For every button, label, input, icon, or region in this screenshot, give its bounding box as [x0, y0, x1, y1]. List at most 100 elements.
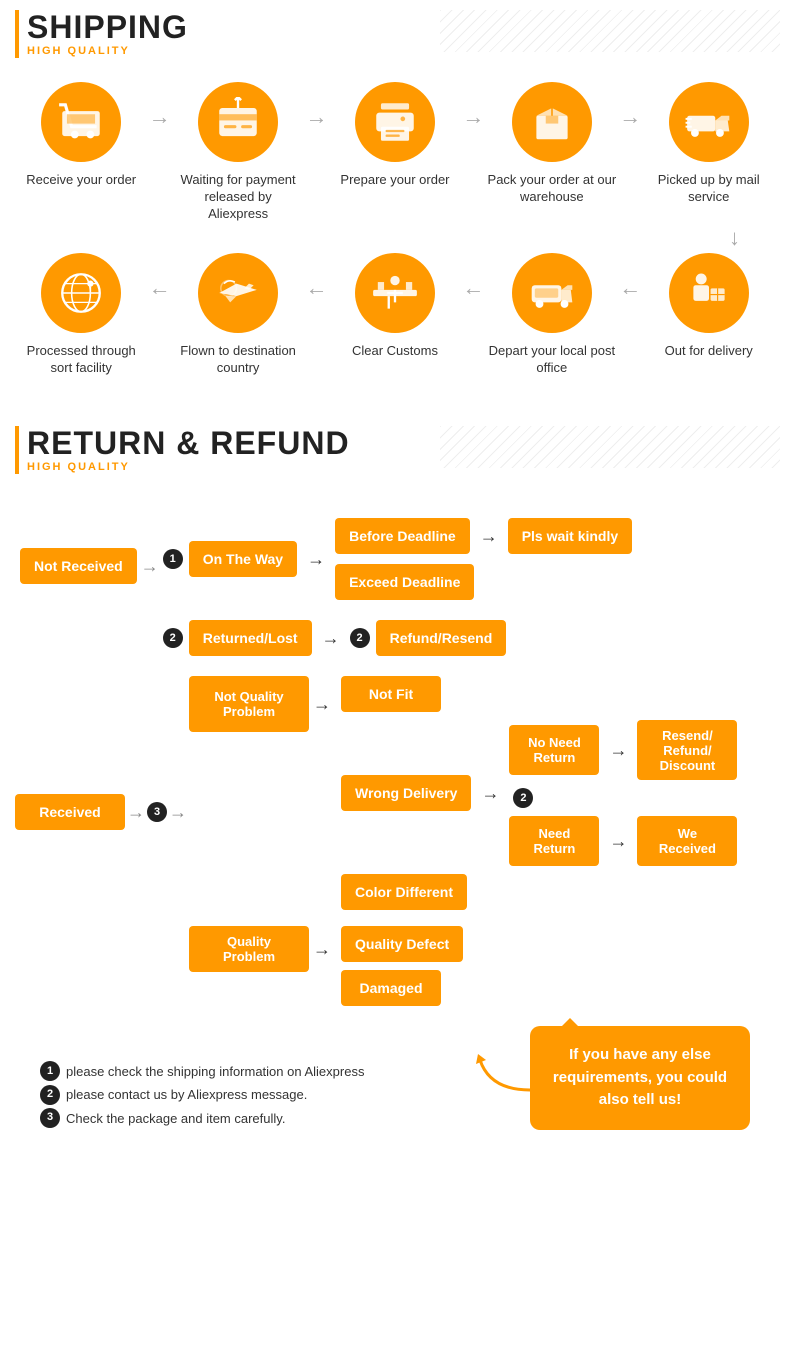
flow-item-customs: Clear Customs: [330, 253, 460, 360]
on-the-way-box: On The Way: [189, 541, 297, 577]
header-bar: [15, 10, 19, 58]
arrow-qp: →: [313, 939, 331, 960]
onway-sub: Before Deadline → Pls wait kindly Exceed…: [335, 518, 632, 600]
arrow-nr2: →: [609, 831, 627, 852]
flow-item-prepare: Prepare your order: [330, 82, 460, 189]
arrow-wd: →: [481, 783, 499, 804]
shipping-title: SHIPPING: [27, 11, 188, 43]
plane-icon: [213, 268, 263, 318]
return-title: RETURN & REFUND: [27, 427, 350, 459]
flow-label-customs: Clear Customs: [352, 343, 438, 360]
footer-area: 1 please check the shipping information …: [10, 1026, 780, 1140]
quality-defect-box: Quality Defect: [341, 926, 463, 962]
arrow-1: →: [149, 82, 171, 130]
arrow-bd: →: [480, 526, 498, 547]
not-quality-box: Not Quality Problem: [189, 676, 309, 732]
returned-lost-box: Returned/Lost: [189, 620, 312, 656]
arrow-left-4: ←: [149, 253, 171, 301]
damaged-box: Damaged: [341, 970, 441, 1006]
num-circle-2c: 2: [513, 788, 533, 808]
arrow-left-3: ←: [306, 253, 328, 301]
flow-circle-pickup: [669, 82, 749, 162]
flow-label-pack: Pack your order at our warehouse: [487, 172, 617, 206]
payment-icon: [213, 97, 263, 147]
down-arrow: ↓: [10, 225, 780, 251]
flow-label-pickup: Picked up by mail service: [644, 172, 774, 206]
flow-circle-pack: [512, 82, 592, 162]
van-icon: [527, 268, 577, 318]
header-hatch-pattern: [440, 10, 780, 52]
num-circle-2b: 2: [350, 628, 370, 648]
flow-item-sort: Processed through sort facility: [16, 253, 146, 377]
resend-refund-box: Resend/ Refund/ Discount: [637, 720, 737, 780]
flow-label-payment: Waiting for payment released by Aliexpre…: [173, 172, 303, 223]
exceed-deadline-box: Exceed Deadline: [335, 564, 474, 600]
note-icon-3: 3: [40, 1108, 60, 1128]
arrow-left-2: ←: [462, 253, 484, 301]
received-main: Received → 3 →: [15, 794, 189, 830]
note-icon-2: 2: [40, 1085, 60, 1105]
speech-bubble: If you have any else requirements, you c…: [530, 1026, 750, 1130]
not-fit-box: Not Fit: [341, 676, 441, 712]
nqp-branch: Not Quality Problem → Not Fit Wrong Deli…: [189, 676, 737, 910]
wrong-delivery-box: Wrong Delivery: [341, 775, 471, 811]
flow-item-pickup: Picked up by mail service: [644, 82, 774, 206]
footer-notes: 1 please check the shipping information …: [20, 1050, 530, 1140]
flow-item-outdelivery: Out for delivery: [644, 253, 774, 360]
before-deadline-row: Before Deadline → Pls wait kindly: [335, 518, 632, 554]
received-flow: Received → 3 → Not Quality Problem → Not…: [15, 676, 775, 1006]
note-icon-1: 1: [40, 1061, 60, 1081]
arrow-nqp: →: [313, 694, 331, 715]
no-need-return-box: No Need Return: [509, 725, 599, 775]
qp-subs: Quality Defect Damaged: [341, 926, 463, 1006]
return-header-hatch: [440, 426, 780, 468]
flow-circle-prepare: [355, 82, 435, 162]
print-icon: [370, 97, 420, 147]
flow-circle-flown: [198, 253, 278, 333]
shipping-subtitle: HIGH QUALITY: [27, 45, 188, 57]
customs-icon: [370, 268, 420, 318]
arrow-3: →: [462, 82, 484, 130]
flow-row-1: Receive your order → Waiting for payment…: [10, 72, 780, 223]
quality-defect-row: Quality Defect: [341, 926, 463, 962]
arrow-returned: →: [322, 628, 340, 649]
note-1: 1 please check the shipping information …: [40, 1060, 510, 1083]
not-fit-row: Not Fit: [341, 676, 737, 712]
cart-icon: [56, 97, 106, 147]
wrong-delivery-row: Wrong Delivery → No Need Return → Resend…: [341, 720, 737, 866]
need-return-box: Need Return: [509, 816, 599, 866]
arrow-2: →: [306, 82, 328, 130]
qp-main: Quality Problem →: [189, 926, 335, 972]
color-diff-box: Color Different: [341, 874, 467, 910]
arrow-left-1: ←: [619, 253, 641, 301]
need-return-row: Need Return → We Received: [509, 816, 737, 866]
note-2: 2 please contact us by Aliexpress messag…: [40, 1083, 510, 1106]
return-header: RETURN & REFUND HIGH QUALITY: [0, 416, 790, 478]
arrow-rec: →: [127, 802, 145, 823]
we-received-box: We Received: [637, 816, 737, 866]
arrow-nnr: →: [609, 740, 627, 761]
flow-label-outdelivery: Out for delivery: [665, 343, 753, 360]
flow-row-2: Out for delivery ← Depart your local pos…: [10, 253, 780, 377]
shipping-header: SHIPPING HIGH QUALITY: [0, 0, 790, 62]
bubble-wrapper: If you have any else requirements, you c…: [530, 1026, 750, 1130]
pls-wait-box: Pls wait kindly: [508, 518, 632, 554]
flow-circle-payment: [198, 82, 278, 162]
not-received-box: Not Received: [20, 548, 137, 584]
flow-item-receive: Receive your order: [16, 82, 146, 189]
nr-branch-onway: 1 On The Way → Before Deadline → Pls wai…: [163, 518, 770, 600]
refund-resend-box: Refund/Resend: [376, 620, 507, 656]
num-circle-3: 3: [147, 802, 167, 822]
note-3: 3 Check the package and item carefully.: [40, 1107, 510, 1130]
note-text-1: please check the shipping information on…: [66, 1060, 364, 1083]
color-diff-row: Color Different: [341, 874, 737, 910]
num-2-return: 2: [513, 788, 737, 808]
truck-fast-icon: [684, 97, 734, 147]
not-received-flow: Not Received → 1 On The Way → Before Dea…: [20, 518, 770, 656]
return-header-bar: [15, 426, 19, 474]
flow-item-depart: Depart your local post office: [487, 253, 617, 377]
nqp-main: Not Quality Problem →: [189, 676, 335, 732]
flow-label-receive: Receive your order: [26, 172, 136, 189]
not-received-main: Not Received →: [20, 548, 163, 584]
flow-circle-customs: [355, 253, 435, 333]
